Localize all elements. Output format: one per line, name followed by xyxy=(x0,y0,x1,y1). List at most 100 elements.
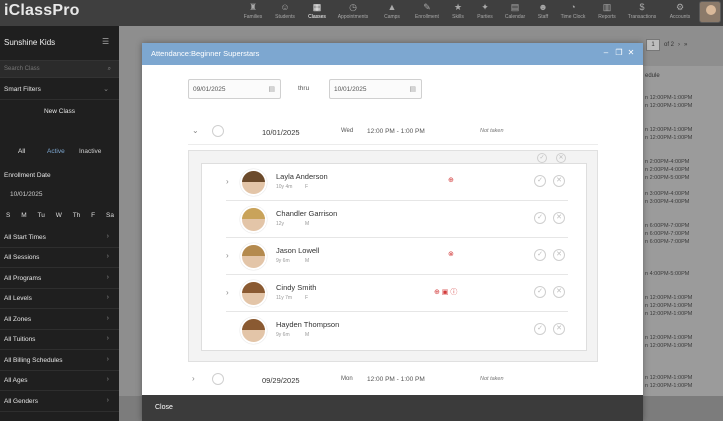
nav-accounts[interactable]: ⚙ Accounts xyxy=(663,2,697,24)
schedule-time xyxy=(645,214,692,222)
present-check-icon[interactable]: ✓ xyxy=(534,249,546,261)
schedule-time: n 6:00PM-7:00PM xyxy=(645,231,690,237)
filter-zones[interactable]: All Zones › xyxy=(0,310,119,330)
class-search-input[interactable]: Search Class ⌕ xyxy=(0,60,119,78)
day-friday[interactable]: F xyxy=(91,212,95,219)
session-row[interactable]: ⌄ 10/01/2025 Wed 12:00 PM - 1:00 PM Not … xyxy=(188,119,598,145)
chevron-right-icon[interactable]: › xyxy=(226,288,229,297)
nav-students[interactable]: ☺ Students xyxy=(268,2,302,24)
student-row[interactable]: › Jason Lowell 9y 6m M ⊗ ✓ ✕ xyxy=(226,238,568,275)
session-check-icon[interactable] xyxy=(212,373,224,385)
schedule-time: n 2:00PM-4:00PM xyxy=(645,167,690,173)
filter-levels[interactable]: All Levels › xyxy=(0,289,119,309)
student-row[interactable]: Chandler Garrison 12y M ✓ ✕ xyxy=(226,201,568,238)
filter-start-times[interactable]: All Start Times › xyxy=(0,228,119,248)
schedule-time: n 12:00PM-1:00PM xyxy=(645,103,693,109)
nav-staff[interactable]: ☻ Staff xyxy=(526,2,560,24)
nav-appointments[interactable]: ◷ Appointments xyxy=(336,2,370,24)
day-sunday[interactable]: S xyxy=(6,212,10,219)
absent-x-icon[interactable]: ✕ xyxy=(553,249,565,261)
mark-all-absent-icon[interactable]: ✕ xyxy=(556,153,566,163)
schedule-time xyxy=(645,326,692,334)
enrollment-date-input[interactable]: 10/01/2025 xyxy=(10,191,43,198)
nav-families[interactable]: ♜ Families xyxy=(236,2,270,24)
schedule-time: n 3:00PM-4:00PM xyxy=(645,199,690,205)
filter-programs[interactable]: All Programs › xyxy=(0,269,119,289)
absent-x-icon[interactable]: ✕ xyxy=(553,212,565,224)
staff-icon: ☻ xyxy=(538,2,548,12)
user-avatar[interactable] xyxy=(699,1,721,23)
student-name[interactable]: Jason Lowell xyxy=(276,246,319,255)
pager-last-icon[interactable]: » xyxy=(684,42,687,48)
present-check-icon[interactable]: ✓ xyxy=(534,323,546,335)
pager-page-input[interactable]: 1 xyxy=(646,39,660,51)
schedule-time xyxy=(645,286,692,294)
chevron-right-icon[interactable]: › xyxy=(226,177,229,186)
chevron-down-icon[interactable]: ⌄ xyxy=(192,126,199,135)
day-monday[interactable]: M xyxy=(21,212,26,219)
parties-icon: ✦ xyxy=(481,2,489,12)
date-from-input[interactable]: 09/01/2025 ▤ xyxy=(188,79,281,99)
student-alert-icons[interactable]: ⊕ ▣ ⓘ xyxy=(434,287,457,297)
status-filter-inactive[interactable]: Inactive xyxy=(79,148,101,155)
calendar-icon: ▤ xyxy=(409,86,416,93)
date-to-input[interactable]: 10/01/2025 ▤ xyxy=(329,79,422,99)
filter-sessions[interactable]: All Sessions › xyxy=(0,248,119,268)
nav-parties[interactable]: ✦ Parties xyxy=(468,2,502,24)
absent-x-icon[interactable]: ✕ xyxy=(553,175,565,187)
absent-x-icon[interactable]: ✕ xyxy=(553,286,565,298)
close-button[interactable]: Close xyxy=(155,404,173,411)
close-icon[interactable]: ✕ xyxy=(626,48,636,57)
nav-enrollment[interactable]: ✎ Enrollment xyxy=(410,2,444,24)
sidebar-collapse-icon[interactable]: ☰ xyxy=(102,37,109,46)
day-saturday[interactable]: Sa xyxy=(106,212,114,219)
student-name[interactable]: Chandler Garrison xyxy=(276,209,337,218)
status-filter-all[interactable]: All xyxy=(18,148,25,155)
student-name[interactable]: Layla Anderson xyxy=(276,172,328,181)
present-check-icon[interactable]: ✓ xyxy=(534,175,546,187)
filter-genders[interactable]: All Genders › xyxy=(0,392,119,412)
alert-x-icon[interactable]: ⊗ xyxy=(448,250,454,258)
filter-ages[interactable]: All Ages › xyxy=(0,371,119,391)
nav-transactions[interactable]: $ Transactions xyxy=(625,2,659,24)
pager-next-icon[interactable]: › xyxy=(678,42,680,48)
day-wednesday[interactable]: W xyxy=(56,212,62,219)
session-check-icon[interactable] xyxy=(212,125,224,137)
nav-time-clock[interactable]: ◔ Time Clock xyxy=(556,2,590,24)
student-row[interactable]: › Cindy Smith 11y 7m F ⊕ ▣ ⓘ ✓ ✕ xyxy=(226,275,568,312)
chevron-right-icon: › xyxy=(106,397,109,404)
student-row[interactable]: › Layla Anderson 10y 4m F ⊕ ✓ ✕ xyxy=(226,164,568,201)
student-row[interactable]: Hayden Thompson 9y 6m M ✓ ✕ xyxy=(226,312,568,349)
day-thursday[interactable]: Th xyxy=(73,212,81,219)
camps-icon: ▲ xyxy=(387,2,397,12)
schedule-time: n 12:00PM-1:00PM xyxy=(645,335,693,341)
location-title[interactable]: Sunshine Kids xyxy=(4,38,55,47)
session-row[interactable]: › 09/29/2025 Mon 12:00 PM - 1:00 PM Not … xyxy=(188,367,598,393)
schedule-time xyxy=(645,246,692,254)
status-filter-active[interactable]: Active xyxy=(47,148,65,155)
restore-icon[interactable]: ❐ xyxy=(614,48,624,57)
absent-x-icon[interactable]: ✕ xyxy=(553,323,565,335)
present-check-icon[interactable]: ✓ xyxy=(534,286,546,298)
nav-classes[interactable]: ▦ Classes xyxy=(300,2,334,24)
mark-all-present-icon[interactable]: ✓ xyxy=(537,153,547,163)
filter-tuitions[interactable]: All Tuitions › xyxy=(0,330,119,350)
enrollment-icon: ✎ xyxy=(423,2,431,12)
app-logo[interactable]: iClassPro xyxy=(4,2,80,20)
new-class-button[interactable]: New Class xyxy=(0,108,119,115)
nav-reports[interactable]: ▥ Reports xyxy=(590,2,624,24)
smart-filters[interactable]: Smart Filters ⌄ xyxy=(0,80,119,100)
medical-alert-icon[interactable]: ⊕ xyxy=(448,176,454,184)
schedule-time: n 12:00PM-1:00PM xyxy=(645,303,693,309)
classes-icon: ▦ xyxy=(312,2,322,12)
chevron-right-icon[interactable]: › xyxy=(192,374,195,383)
sidebar: Sunshine Kids ☰ Search Class ⌕ Smart Fil… xyxy=(0,26,119,421)
nav-camps[interactable]: ▲ Camps xyxy=(375,2,409,24)
chevron-right-icon[interactable]: › xyxy=(226,251,229,260)
present-check-icon[interactable]: ✓ xyxy=(534,212,546,224)
student-name[interactable]: Cindy Smith xyxy=(276,283,316,292)
day-tuesday[interactable]: Tu xyxy=(37,212,44,219)
filter-billing-schedules[interactable]: All Billing Schedules › xyxy=(0,351,119,371)
student-name[interactable]: Hayden Thompson xyxy=(276,320,339,329)
minimize-icon[interactable]: – xyxy=(601,48,611,57)
